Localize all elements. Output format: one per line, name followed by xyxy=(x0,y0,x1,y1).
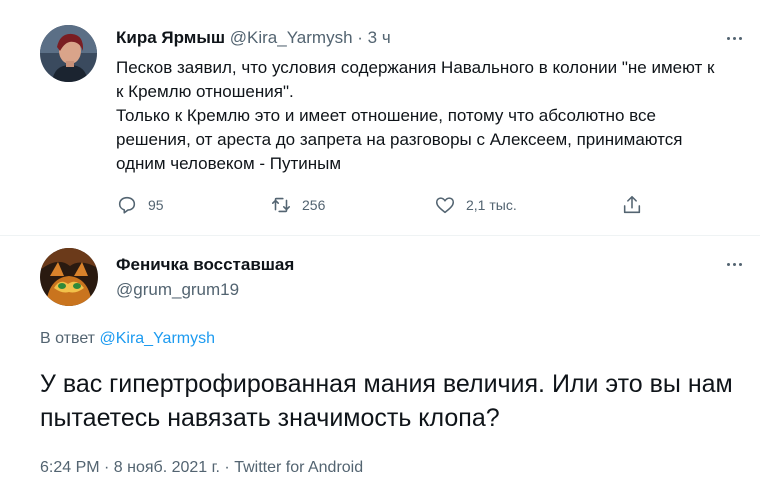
like-icon xyxy=(435,197,455,214)
separator: · xyxy=(357,28,363,47)
reply-author-handle[interactable]: @grum_grum19 xyxy=(116,280,239,300)
more-icon[interactable] xyxy=(724,33,744,43)
reply-mention-link[interactable]: @Kira_Yarmysh xyxy=(99,330,215,347)
reply-context: В ответ @Kira_Yarmysh xyxy=(40,330,215,348)
like-button[interactable]: 2,1 тыс. xyxy=(434,194,517,216)
retweet-count: 256 xyxy=(302,197,326,213)
share-button[interactable] xyxy=(621,194,643,216)
share-icon xyxy=(623,195,641,214)
reply-text: У вас гипертрофированная мания величия. … xyxy=(40,370,733,432)
tweet-time[interactable]: 3 ч xyxy=(368,28,391,47)
author-name[interactable]: Кира Ярмыш xyxy=(116,28,225,47)
retweet-button[interactable]: 256 xyxy=(270,194,325,216)
tweet-text-line: Песков заявил, что условия содержания На… xyxy=(116,58,720,101)
like-count: 2,1 тыс. xyxy=(466,197,517,213)
tweet-meta[interactable]: 6:24 PM · 8 нояб. 2021 г. · Twitter for … xyxy=(40,459,363,477)
tweet-text: Песков заявил, что условия содержания На… xyxy=(116,56,726,176)
tweet-text-line: Только к Кремлю это и имеет отношение, п… xyxy=(116,106,688,173)
quoted-tweet[interactable]: Кира Ярмыш @Kira_Yarmysh · 3 ч Песков за… xyxy=(0,0,760,236)
reply-prefix: В ответ xyxy=(40,330,96,347)
reply-icon xyxy=(118,196,136,214)
reply-avatar[interactable] xyxy=(40,248,98,306)
avatar-image xyxy=(40,248,98,306)
retweet-icon xyxy=(271,197,291,213)
avatar[interactable] xyxy=(40,25,97,82)
reply-count: 95 xyxy=(148,197,164,213)
avatar-image xyxy=(40,25,97,82)
author-handle[interactable]: @Kira_Yarmysh xyxy=(230,28,353,47)
reply-button[interactable]: 95 xyxy=(116,194,164,216)
reply-author-name[interactable]: Феничка восставшая xyxy=(116,255,294,275)
tweet-header: Кира Ярмыш @Kira_Yarmysh · 3 ч xyxy=(116,28,391,48)
tweet-actions: 95 256 2,1 тыс. xyxy=(116,194,676,220)
more-icon[interactable] xyxy=(724,259,744,269)
